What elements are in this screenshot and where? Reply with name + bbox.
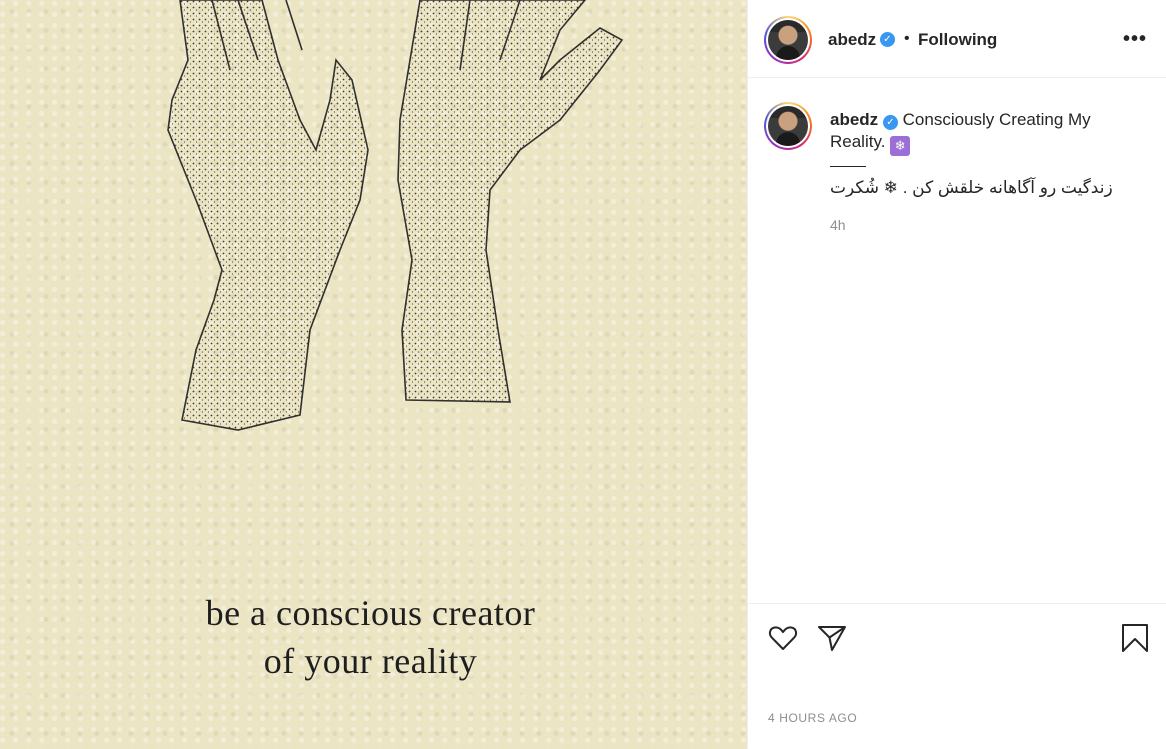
caption-avatar-photo xyxy=(768,106,808,146)
following-button[interactable]: Following xyxy=(918,30,997,50)
right-hand xyxy=(397,0,624,403)
caption-username-link[interactable]: abedz xyxy=(830,110,878,129)
image-quote-line-1: be a conscious creator xyxy=(205,593,536,633)
post-image[interactable]: be a conscious creator of your reality xyxy=(0,0,747,749)
heart-icon[interactable] xyxy=(767,622,799,654)
action-bar xyxy=(748,603,1166,669)
header-username-link[interactable]: abedz xyxy=(828,30,876,50)
image-quote-line-2: of your reality xyxy=(263,641,478,681)
post-dialog: be a conscious creator of your reality a… xyxy=(0,0,1166,749)
left-hand xyxy=(167,0,369,431)
caption-verified-badge-icon: ✓ xyxy=(882,115,898,130)
verified-badge-icon: ✓ xyxy=(880,32,895,47)
paper-plane-icon[interactable] xyxy=(816,622,848,654)
caption-time[interactable]: 4h xyxy=(830,217,846,233)
bookmark-icon[interactable] xyxy=(1119,622,1151,654)
caption-divider xyxy=(830,166,866,167)
caption-persian-text: زندگیت رو آگاهانه خلقش کن . ❄ شُکرت xyxy=(830,178,1113,197)
avatar[interactable] xyxy=(764,16,812,64)
header-separator: • xyxy=(904,30,910,47)
more-options-icon[interactable]: ••• xyxy=(1123,28,1147,51)
post-side-panel: abedz ✓ • Following ••• abedz ✓ Consciou… xyxy=(747,0,1166,749)
snowflake-emoji-icon: ❄ xyxy=(890,136,911,156)
caption-avatar[interactable] xyxy=(764,102,812,150)
post-header: abedz ✓ • Following ••• xyxy=(748,0,1166,78)
hands-illustration xyxy=(167,0,624,431)
caption-text-block: abedz ✓ Consciously Creating My Reality.… xyxy=(830,109,1130,199)
post-timestamp[interactable]: 4 HOURS AGO xyxy=(768,711,857,725)
avatar-photo xyxy=(768,20,808,60)
